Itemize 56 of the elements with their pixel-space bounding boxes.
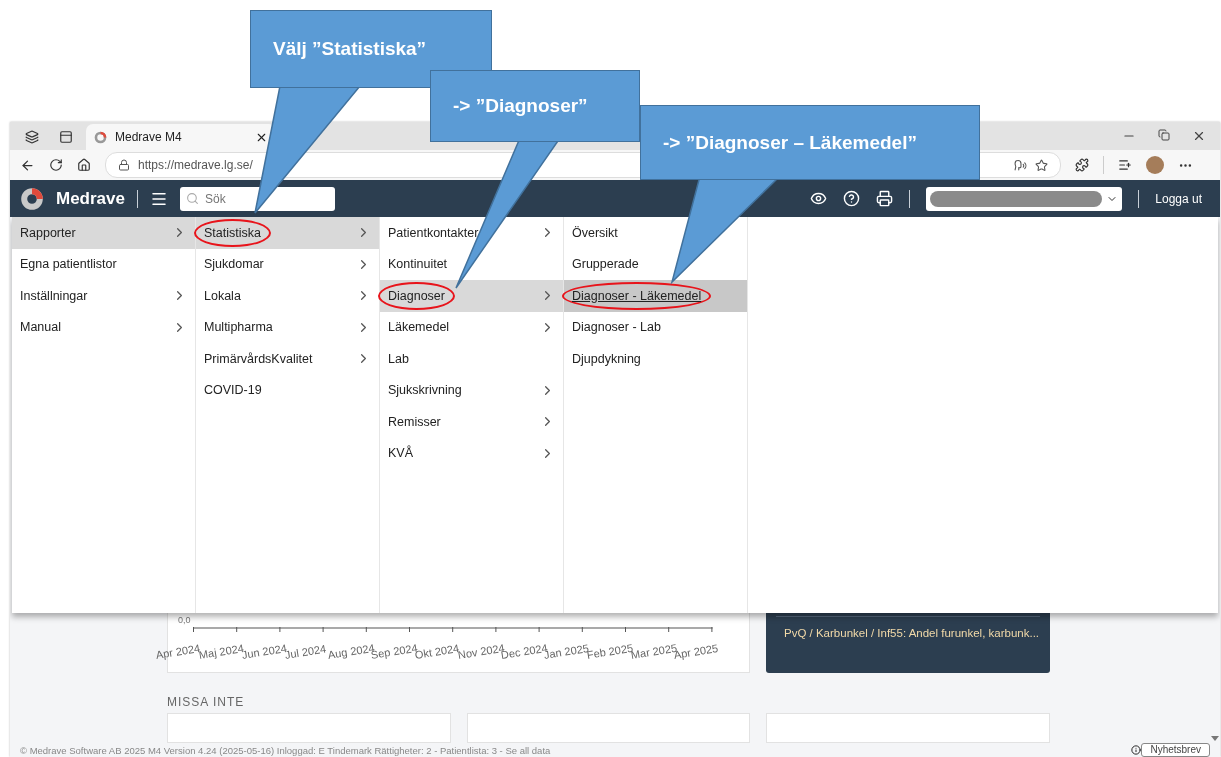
menu-item[interactable]: PrimärvårdsKvalitet xyxy=(196,343,379,375)
section-heading: MISSA INTE xyxy=(167,695,246,709)
axis-label: Apr 2024 xyxy=(154,642,200,661)
eye-icon[interactable] xyxy=(810,190,828,207)
menu-item[interactable]: Djupdykning xyxy=(564,343,747,375)
menu-item[interactable]: Multipharma xyxy=(196,311,379,343)
indicator-text[interactable]: PvQ / Karbunkel / Inf55: Andel furunkel, karbunk... xyxy=(776,616,1040,639)
search-field[interactable]: Sök xyxy=(203,190,327,207)
menu-item[interactable]: Remisser xyxy=(380,406,563,438)
search-icon xyxy=(186,192,199,205)
menu-item[interactable]: Rapporter xyxy=(12,217,195,249)
menu-item[interactable]: Manual xyxy=(12,311,195,343)
menu-item[interactable]: Egna patientlistor xyxy=(12,248,195,280)
footer-text: © Medrave Software AB 2025 M4 Version 4.24 (2025-05-16) Inloggad: E Tindemark Rättigheter: 2 - Patientlista: 3 - Se all data xyxy=(20,744,552,756)
brand-name: Medrave xyxy=(56,188,125,209)
close-icon[interactable] xyxy=(1192,129,1206,143)
menu-item[interactable]: Patientkontakter xyxy=(380,217,563,249)
restore-icon[interactable] xyxy=(1158,129,1170,141)
logo-icon xyxy=(20,186,44,211)
logout-link[interactable]: Logga ut xyxy=(1155,191,1202,206)
menu-item[interactable]: Kontinuitet xyxy=(380,248,563,280)
menu-item[interactable]: Läkemedel xyxy=(380,311,563,343)
axis-label: Feb 2025 xyxy=(586,642,631,661)
menu-item[interactable]: Grupperade xyxy=(564,248,747,280)
back-icon[interactable] xyxy=(20,157,35,173)
menu-item[interactable]: Sjukdomar xyxy=(196,248,379,280)
lock-icon xyxy=(118,159,130,171)
search-box[interactable]: Sök xyxy=(180,186,335,211)
newsletter-button[interactable]: Nyhetsbrev xyxy=(1141,743,1210,757)
printer-icon[interactable] xyxy=(876,190,894,207)
callout: Välj ”Statistiska” xyxy=(250,10,492,88)
menu-item[interactable]: Lab xyxy=(380,343,563,375)
favicon-icon xyxy=(94,130,107,144)
menu-item[interactable]: Diagnoser - Lab xyxy=(564,311,747,343)
menu-item[interactable]: Diagnoser xyxy=(380,280,563,312)
menu-item[interactable]: Statistiska xyxy=(196,217,379,249)
user-dropdown[interactable] xyxy=(926,186,1123,211)
scroll-down-icon[interactable] xyxy=(1211,736,1219,741)
favorites-icon[interactable] xyxy=(1118,158,1132,172)
profile-avatar[interactable] xyxy=(1146,156,1164,174)
menu-item[interactable]: COVID-19 xyxy=(196,374,379,406)
callout: -> ”Diagnoser” xyxy=(430,70,640,142)
axis-label: 0,0 xyxy=(178,615,191,625)
extensions-icon[interactable] xyxy=(1075,158,1089,172)
info-icon[interactable] xyxy=(1131,745,1142,755)
menu-item[interactable]: Lokala xyxy=(196,280,379,312)
help-icon[interactable] xyxy=(843,190,861,207)
star-icon[interactable] xyxy=(1035,158,1048,172)
home-icon[interactable] xyxy=(77,158,91,172)
read-aloud-icon[interactable] xyxy=(1014,158,1027,172)
menu-item[interactable]: Diagnoser - Läkemedel xyxy=(564,280,747,312)
menu-item[interactable]: Inställningar xyxy=(12,280,195,312)
menu-item[interactable]: KVÅ xyxy=(380,437,563,469)
menu-item[interactable]: Sjukskrivning xyxy=(380,374,563,406)
menu-item[interactable]: Översikt xyxy=(564,217,747,249)
refresh-icon[interactable] xyxy=(49,158,63,172)
